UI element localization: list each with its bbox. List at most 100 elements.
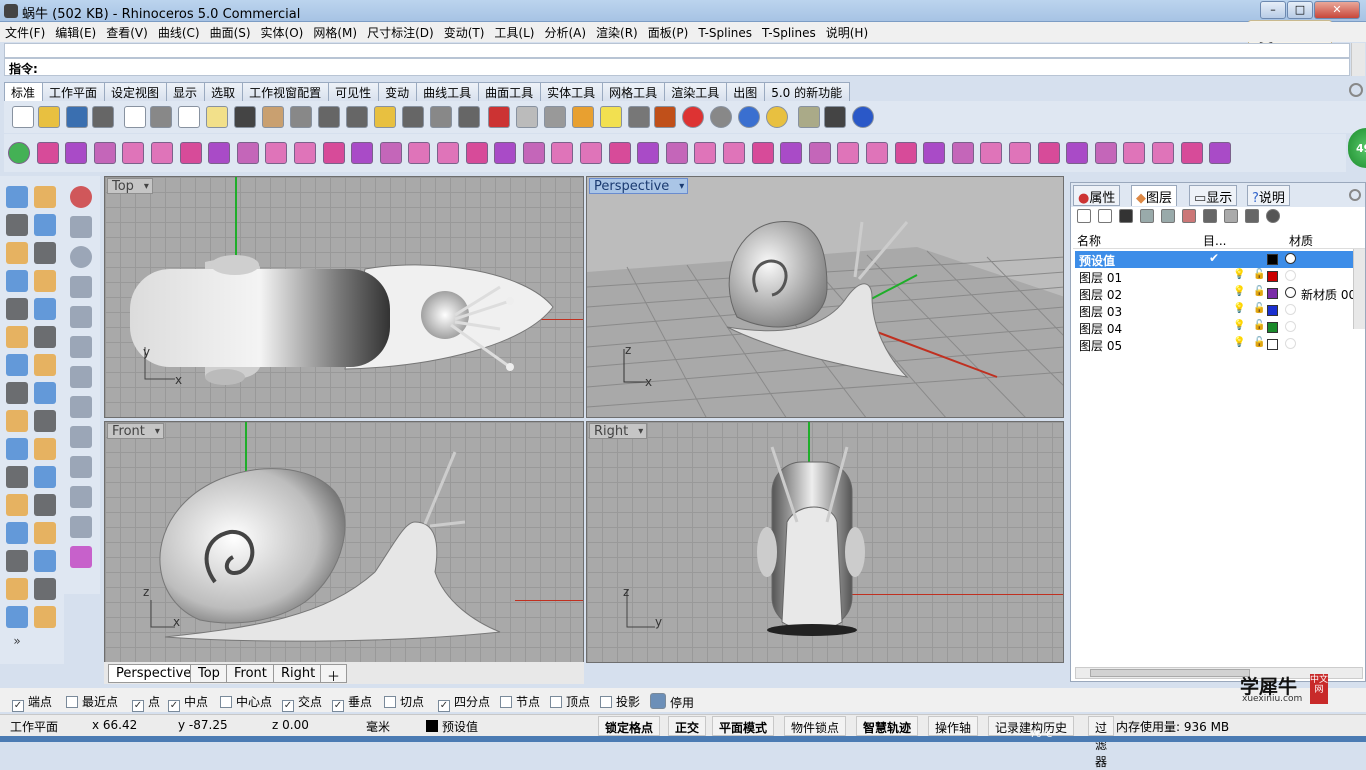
toolbar-tab-12[interactable]: 渲染工具 (664, 82, 728, 101)
rotate-view-icon[interactable] (430, 106, 452, 128)
tsplines-tool-13-icon[interactable] (379, 142, 402, 164)
menu-item-15[interactable]: 说明(H) (821, 22, 873, 43)
command-line[interactable]: 指令: (4, 58, 1350, 76)
osnap-0[interactable]: ✓ 端点 (12, 693, 52, 712)
tsplines-tool-27-icon[interactable] (780, 142, 803, 164)
mode-button-7[interactable]: 过滤器 (1088, 716, 1115, 769)
lock-icon[interactable] (628, 106, 650, 128)
tsplines-tool-20-icon[interactable] (580, 142, 602, 164)
visible-bulb-icon[interactable]: 💡 (1233, 337, 1245, 348)
material-circle-icon[interactable] (1285, 304, 1296, 315)
layer-list-scrollbar[interactable] (1353, 249, 1365, 329)
current-check-icon[interactable]: ✔ (1209, 251, 1219, 265)
loft-icon[interactable] (34, 326, 56, 348)
toolbar-tab-1[interactable]: 工作平面 (42, 82, 106, 101)
menu-item-0[interactable]: 文件(F) (0, 22, 50, 43)
ellipse-icon[interactable] (34, 242, 56, 264)
clipboard-icon[interactable] (124, 106, 146, 128)
osnap-checkbox[interactable]: ✓ (132, 700, 144, 712)
color-wheel-icon[interactable] (682, 106, 704, 128)
toolbar-tab-11[interactable]: 网格工具 (602, 82, 666, 101)
gumball-icon[interactable] (70, 276, 92, 298)
tsplines-tool-8-icon[interactable] (236, 142, 259, 164)
menu-item-11[interactable]: 渲染(R) (591, 22, 643, 43)
copy-icon[interactable] (178, 106, 200, 128)
point-icon[interactable] (544, 106, 566, 128)
osnap-checkbox[interactable]: ✓ (332, 700, 344, 712)
arc-icon[interactable] (34, 298, 56, 320)
osnap-checkbox[interactable] (384, 696, 396, 708)
tsplines-tool-14-icon[interactable] (408, 142, 431, 164)
unit-label[interactable]: 毫米 (366, 718, 390, 735)
menu-item-8[interactable]: 变动(T) (439, 22, 490, 43)
unlock-icon[interactable]: 🔓 (1253, 320, 1265, 331)
layer-color-swatch[interactable] (1267, 322, 1278, 333)
view-front-icon[interactable] (70, 366, 92, 388)
layer-color-swatch[interactable] (1267, 305, 1278, 316)
layer-row[interactable]: 图层 04 💡 🔓 (1075, 319, 1365, 336)
viewport-layout-icon[interactable] (458, 106, 480, 128)
tsplines-tool-2-icon[interactable] (65, 142, 88, 164)
menu-item-14[interactable]: T-Splines (757, 24, 821, 42)
polyline-icon[interactable] (6, 214, 28, 236)
osnap-checkbox[interactable]: ✓ (168, 700, 180, 712)
offset-icon[interactable] (34, 410, 56, 432)
analyze-icon[interactable] (34, 606, 56, 628)
tsplines-tool-39-icon[interactable] (1123, 142, 1146, 164)
vptab-front[interactable]: Front (226, 664, 275, 683)
osnap-icon[interactable] (572, 106, 594, 128)
new-sublayer-icon[interactable] (1098, 209, 1112, 223)
mode-button-1[interactable]: 正交 (668, 716, 707, 736)
tsplines-tool-16-icon[interactable] (465, 142, 488, 164)
settings-icon[interactable] (70, 546, 92, 568)
mode-button-5[interactable]: 操作轴 (928, 716, 979, 736)
osnap-checkbox[interactable] (550, 696, 562, 708)
tsplines-tool-38-icon[interactable] (1094, 142, 1117, 164)
osnap-9[interactable]: 节点 (500, 693, 540, 710)
osnap-checkbox[interactable]: ✓ (282, 700, 294, 712)
curve-icon[interactable] (6, 298, 28, 320)
toolbar-tab-8[interactable]: 曲线工具 (416, 82, 480, 101)
maximize-button[interactable]: □ (1287, 1, 1313, 19)
tsplines-tool-35-icon[interactable] (1009, 142, 1031, 164)
layer-row[interactable]: 图层 03 💡 🔓 (1075, 302, 1365, 319)
material-circle-icon[interactable] (1285, 270, 1296, 281)
gear-icon[interactable] (824, 106, 846, 128)
osnap-checkbox[interactable]: ✓ (12, 700, 24, 712)
view-top-icon[interactable] (70, 336, 92, 358)
current-layer[interactable]: 预设值 (442, 718, 478, 735)
osnap-11[interactable]: 投影 (600, 693, 640, 710)
sphere-icon[interactable] (710, 106, 732, 128)
rectangle-icon[interactable] (34, 270, 56, 292)
tsplines-tool-23-icon[interactable] (665, 142, 688, 164)
surface-icon[interactable] (6, 326, 28, 348)
toolbar-options-gear-icon[interactable] (1349, 83, 1363, 97)
layer-color-swatch[interactable] (1267, 339, 1278, 350)
layer-icon[interactable] (654, 106, 676, 128)
osnap-checkbox[interactable] (500, 696, 512, 708)
array-icon[interactable] (6, 550, 28, 572)
tsplines-tool-34-icon[interactable] (980, 142, 1003, 164)
render-sphere-icon[interactable] (738, 106, 760, 128)
tsplines-tool-32-icon[interactable] (923, 142, 946, 164)
blue-sphere-icon[interactable] (766, 106, 788, 128)
save-icon[interactable] (66, 106, 88, 128)
vptab-perspective[interactable]: Perspective (108, 664, 200, 683)
tsplines-tool-6-icon[interactable] (179, 142, 202, 164)
move-up-icon[interactable] (1140, 209, 1154, 223)
sphere-icon[interactable] (34, 354, 56, 376)
mirror-icon[interactable] (34, 550, 56, 572)
rhino-app-icon[interactable] (4, 4, 18, 18)
osnap-6[interactable]: ✓ 垂点 (332, 693, 372, 712)
osnap-5[interactable]: ✓ 交点 (282, 693, 322, 712)
layer-row[interactable]: 预设值 ✔ (1075, 251, 1365, 268)
layer-state-icon[interactable] (1224, 209, 1238, 223)
tsplines-tool-33-icon[interactable] (951, 142, 974, 164)
tsplines-tool-9-icon[interactable] (265, 142, 288, 164)
unlock-icon[interactable]: 🔓 (1253, 286, 1265, 297)
menu-item-12[interactable]: 面板(P) (643, 22, 694, 43)
unlock-icon[interactable]: 🔓 (1253, 303, 1265, 314)
layer-color-swatch[interactable] (1267, 288, 1278, 299)
chamfer-icon[interactable] (34, 494, 56, 516)
toolbar-tab-3[interactable]: 显示 (166, 82, 206, 101)
